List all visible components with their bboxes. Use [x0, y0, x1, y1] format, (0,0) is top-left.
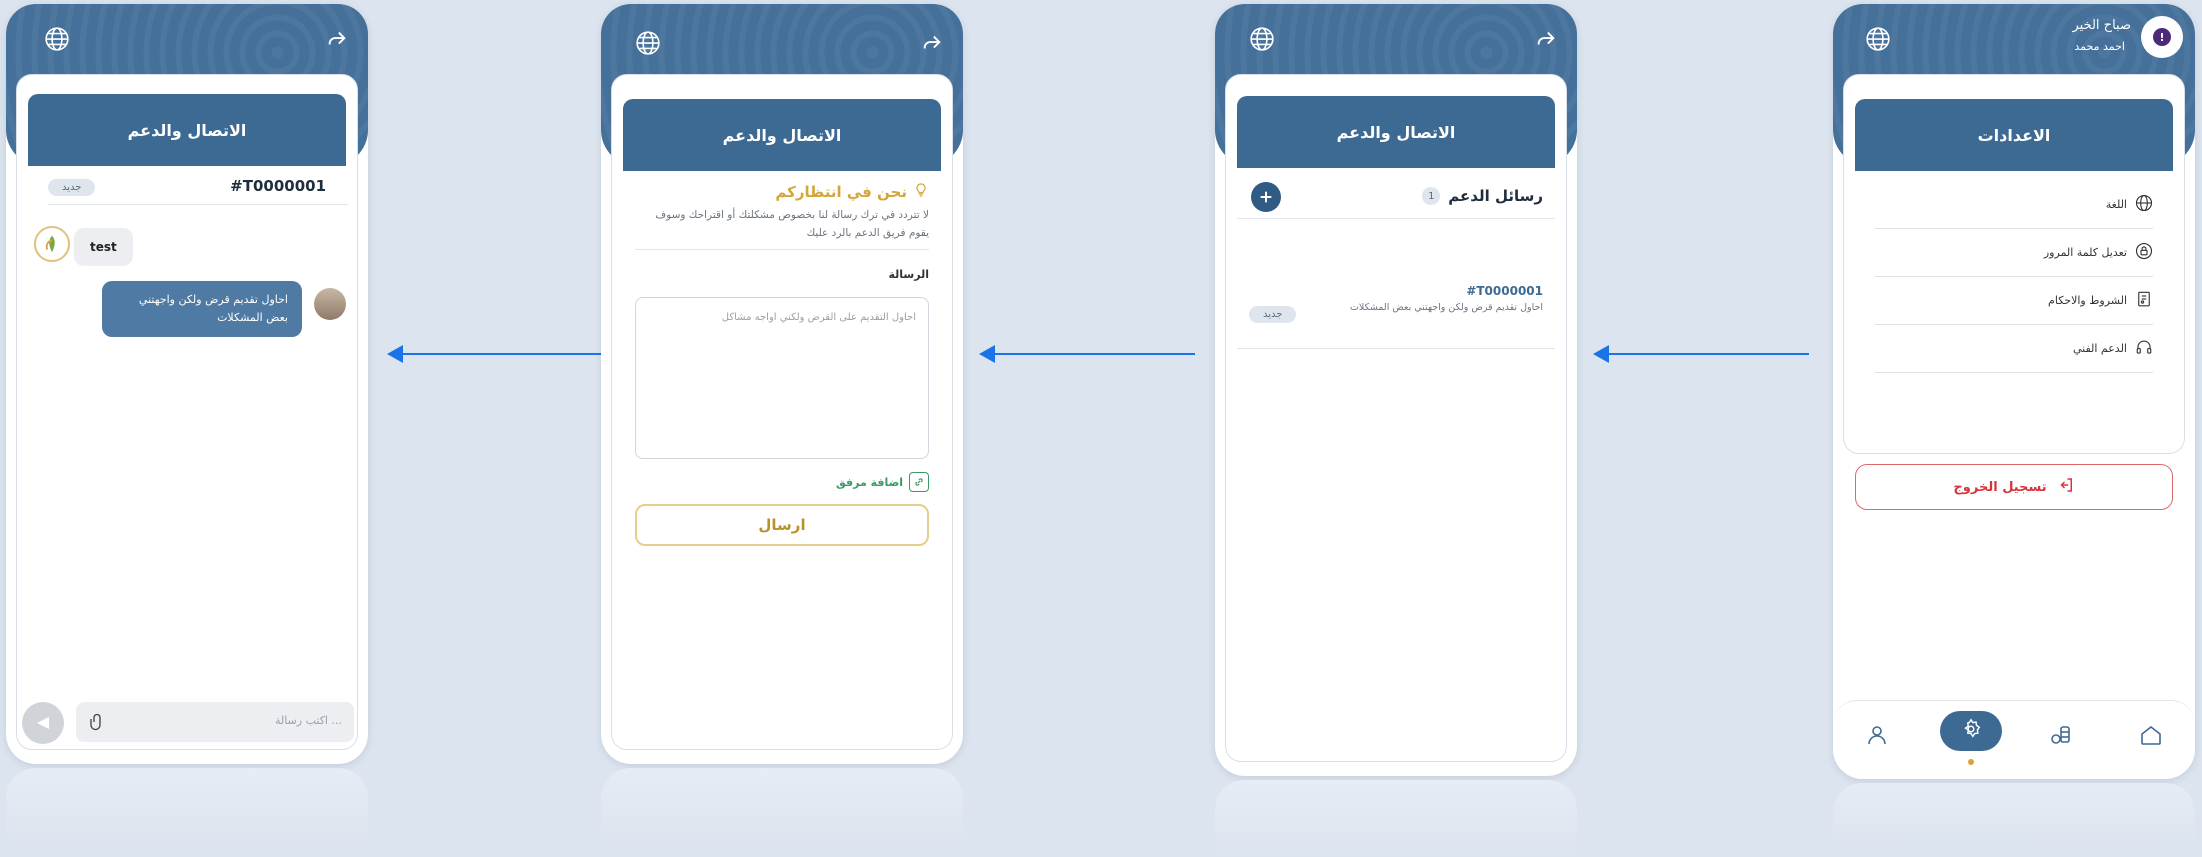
- ticket-preview: احاول تقديم قرض ولكن واجهتني بعض المشكلا…: [1349, 302, 1543, 313]
- settings-item-label: تعديل كلمة المرور: [2043, 245, 2127, 259]
- ticket-id: #T0000001: [230, 177, 326, 195]
- globe-icon[interactable]: [1245, 22, 1279, 56]
- messages-count-badge: 1: [1422, 187, 1441, 205]
- settings-item-terms[interactable]: الشروط والاحكام: [1875, 276, 2153, 325]
- status-badge: جديد: [48, 179, 96, 196]
- attach-file-button[interactable]: اضافة مرفق: [836, 472, 929, 492]
- support-messages-heading: رسائل الدعم 1: [1422, 187, 1543, 205]
- add-ticket-button[interactable]: [1251, 182, 1281, 212]
- settings-screen: ! صباح الخير احمد محمد الاعدادات اللغة ت…: [1833, 4, 2195, 779]
- settings-reflection: [1833, 783, 2195, 845]
- nav-finance[interactable]: [2049, 723, 2073, 751]
- send-button[interactable]: [22, 702, 64, 744]
- ticket-status-badge: جديد: [1249, 306, 1297, 323]
- send-button-label: ارسال: [758, 516, 806, 534]
- user-name: احمد محمد: [2074, 40, 2125, 53]
- chat-reflection: [6, 768, 368, 845]
- nav-profile[interactable]: [1865, 723, 1889, 751]
- settings-item-label: اللغة: [2105, 197, 2127, 211]
- attach-file-label: اضافة مرفق: [835, 475, 903, 489]
- coins-icon: [2049, 726, 2073, 751]
- outgoing-message: احاول تقديم قرض ولكن واجهتني بعض المشكلا…: [102, 281, 302, 337]
- globe-icon[interactable]: [631, 26, 665, 60]
- globe-icon[interactable]: [1861, 22, 1895, 56]
- waiting-heading: نحن في انتظاركم: [775, 182, 929, 202]
- settings-icon: [1960, 718, 1982, 744]
- document-icon: [2135, 290, 2153, 311]
- alert-icon: !: [2153, 28, 2171, 46]
- paperclip-icon[interactable]: [88, 712, 106, 736]
- home-icon: [2139, 725, 2163, 751]
- waiting-subtitle: لا تتردد في ترك رسالة لنا بخصوص مشكلتك أ…: [655, 209, 929, 239]
- share-icon[interactable]: [320, 22, 354, 56]
- content-card: [16, 74, 358, 750]
- flow-arrow: [979, 345, 1195, 363]
- settings-item-password[interactable]: تعديل كلمة المرور: [1875, 228, 2153, 277]
- page-title: الاعدادات: [1855, 99, 2173, 171]
- lock-icon: [2135, 242, 2153, 263]
- divider: [635, 249, 929, 250]
- support-messages-title: رسائل الدعم: [1448, 187, 1543, 205]
- ticket-id: #T0000001: [1466, 284, 1543, 298]
- waiting-heading-text: نحن في انتظاركم: [775, 183, 907, 201]
- page-title: الاتصال والدعم: [1237, 96, 1555, 168]
- support-list-reflection: [1215, 780, 1577, 857]
- share-icon[interactable]: [1529, 22, 1563, 56]
- nav-active-dot: [1968, 759, 1974, 765]
- support-avatar: [34, 226, 70, 262]
- settings-item-language[interactable]: اللغة: [1875, 180, 2153, 229]
- user-avatar: [314, 288, 346, 320]
- new-message-reflection: [601, 768, 963, 845]
- logout-label: تسجيل الخروج: [1953, 479, 2047, 495]
- logout-button[interactable]: تسجيل الخروج: [1855, 464, 2173, 510]
- globe-icon[interactable]: [40, 22, 74, 56]
- message-input[interactable]: اكتب رسالة ...: [76, 702, 354, 742]
- globe-icon: [2135, 194, 2153, 215]
- nav-home[interactable]: [2139, 723, 2163, 751]
- logout-icon: [2057, 476, 2075, 498]
- incoming-message-text: test: [90, 240, 117, 254]
- user-icon: [1865, 726, 1889, 751]
- flow-arrow: [1593, 345, 1809, 363]
- support-list-screen: الاتصال والدعم رسائل الدعم 1 #T0000001 ا…: [1215, 4, 1577, 776]
- notification-avatar[interactable]: !: [2141, 16, 2183, 58]
- send-button[interactable]: ارسال: [635, 504, 929, 546]
- headset-icon: [2135, 338, 2153, 359]
- divider: [1237, 218, 1555, 219]
- greeting-text: صباح الخير: [2072, 18, 2131, 33]
- message-input-placeholder: اكتب رسالة ...: [274, 714, 342, 727]
- ticket-list-item[interactable]: #T0000001 احاول تقديم قرض ولكن واجهتني ب…: [1237, 274, 1555, 349]
- divider: [48, 204, 348, 205]
- flow-arrow: [387, 345, 601, 363]
- share-icon[interactable]: [915, 26, 949, 60]
- incoming-message: test: [74, 228, 133, 266]
- new-message-screen: الاتصال والدعم نحن في انتظاركم لا تتردد …: [601, 4, 963, 764]
- settings-item-support[interactable]: الدعم الفني: [1875, 324, 2153, 373]
- page-title: الاتصال والدعم: [623, 99, 941, 171]
- settings-item-label: الشروط والاحكام: [2048, 293, 2127, 307]
- chat-screen: الاتصال والدعم #T0000001 جديد test احاول…: [6, 4, 368, 764]
- message-label: الرسالة: [888, 268, 930, 281]
- content-card: [1225, 74, 1567, 762]
- message-textarea-value: احاول التقديم على القرض ولكني اواجه مشاك…: [721, 312, 916, 323]
- message-textarea[interactable]: احاول التقديم على القرض ولكني اواجه مشاك…: [635, 297, 929, 459]
- nav-settings[interactable]: [1940, 711, 2002, 751]
- settings-item-label: الدعم الفني: [2072, 341, 2127, 355]
- bottom-nav: [1833, 700, 2195, 779]
- attachment-icon: [909, 472, 929, 492]
- outgoing-message-text: احاول تقديم قرض ولكن واجهتني بعض المشكلا…: [138, 293, 288, 324]
- page-title: الاتصال والدعم: [28, 94, 346, 166]
- lightbulb-icon: [913, 182, 929, 202]
